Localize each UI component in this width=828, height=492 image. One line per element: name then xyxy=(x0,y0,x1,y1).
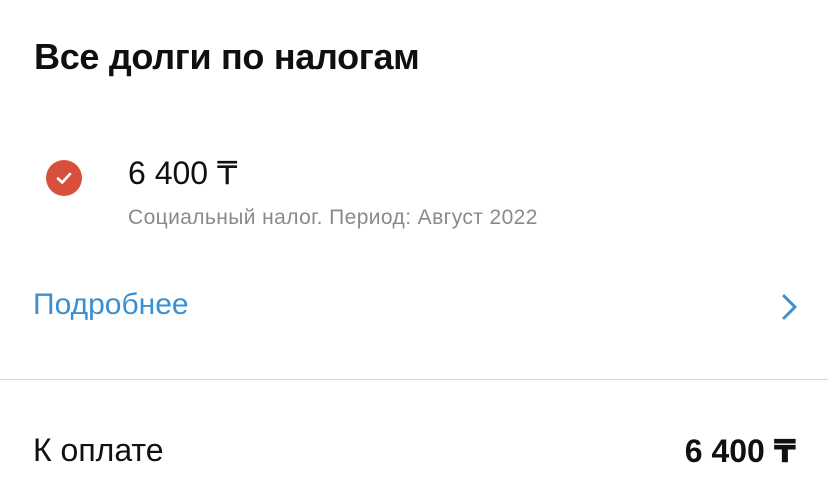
check-circle-icon[interactable] xyxy=(46,160,82,196)
debt-list-item[interactable]: 6 400 ₸ Социальный налог. Период: Август… xyxy=(0,140,828,240)
page-title: Все долги по налогам xyxy=(34,36,420,77)
debt-description: Социальный налог. Период: Август 2022 xyxy=(128,206,538,229)
total-label: К оплате xyxy=(33,432,164,468)
details-link[interactable]: Подробнее xyxy=(0,280,828,336)
divider xyxy=(0,379,828,380)
tax-debts-screen: Все долги по налогам 6 400 ₸ Социальный … xyxy=(0,0,828,492)
debt-amount: 6 400 ₸ xyxy=(128,155,238,191)
chevron-right-icon xyxy=(782,294,797,320)
checkmark-icon xyxy=(56,172,72,184)
details-label: Подробнее xyxy=(33,288,189,321)
total-row: К оплате 6 400 ₸ xyxy=(0,428,828,478)
total-value: 6 400 ₸ xyxy=(684,433,796,469)
